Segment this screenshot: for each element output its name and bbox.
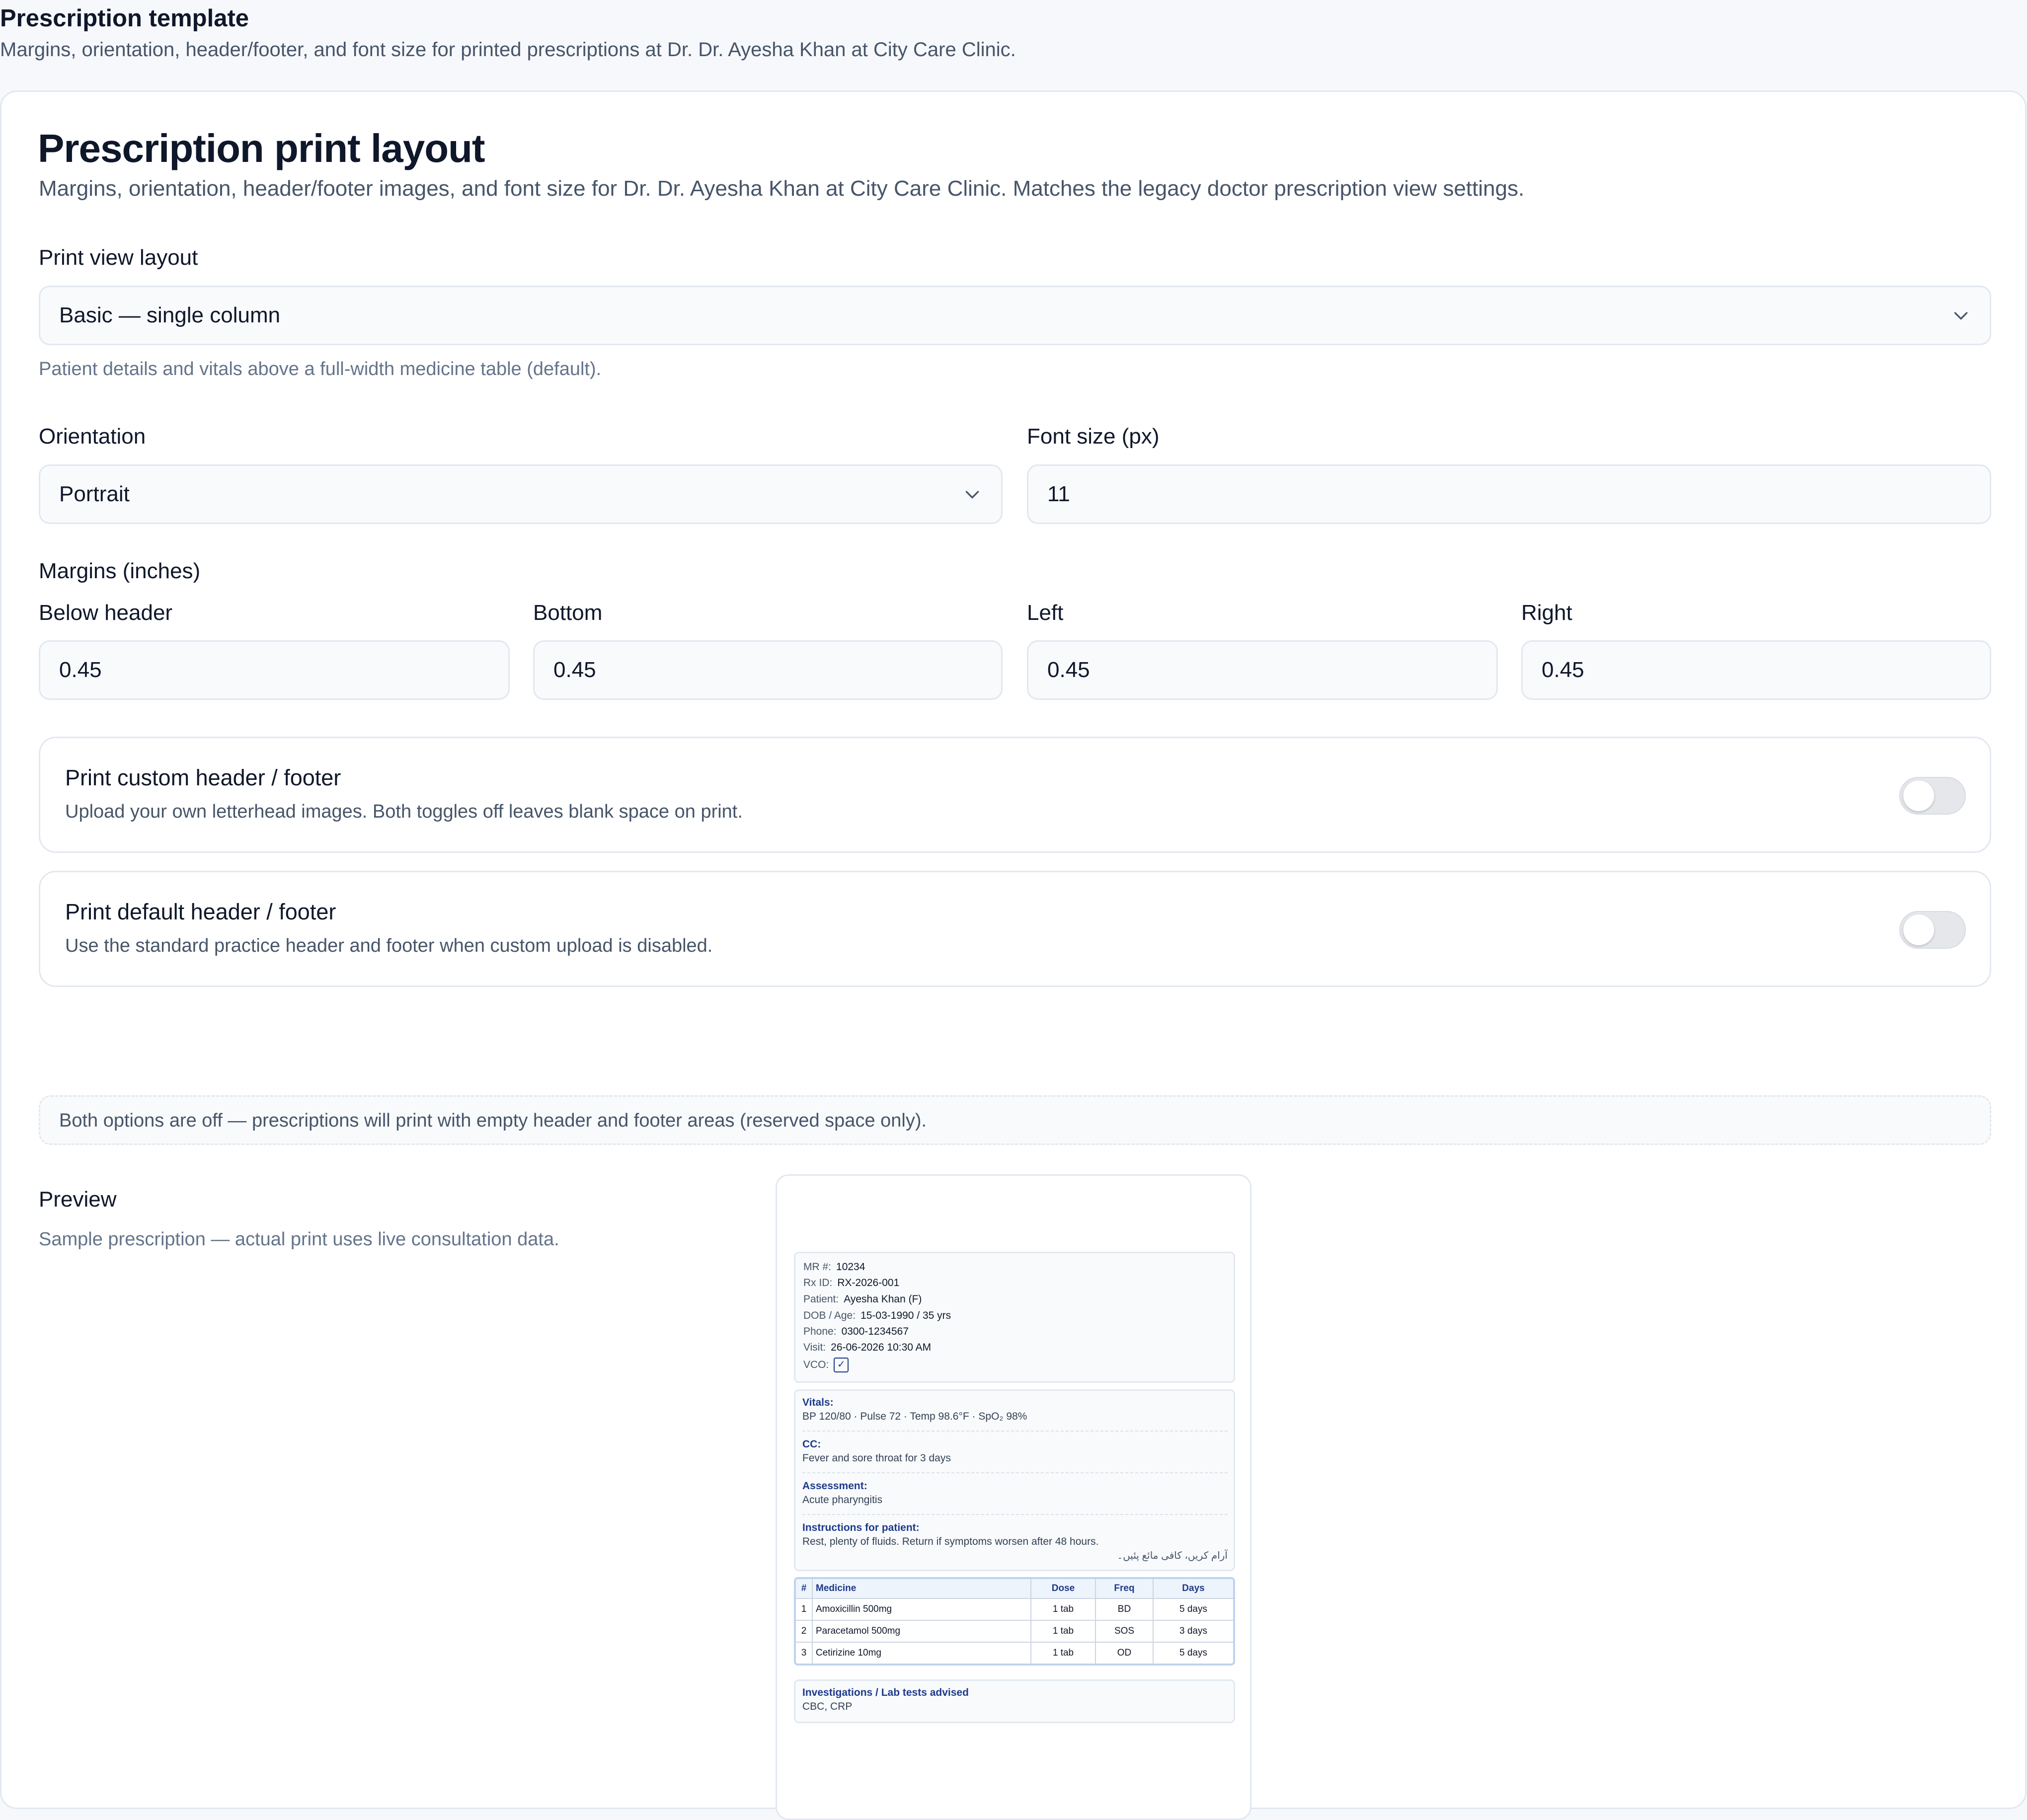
orientation-select-value: Portrait [59, 482, 130, 506]
table-cell: OD [1095, 1642, 1154, 1664]
table-cell: Paracetamol 500mg [812, 1620, 1031, 1642]
layout-help: Patient details and vitals above a full-… [39, 359, 602, 379]
default-header-toggle-card: Print default header / footer Use the st… [39, 871, 1991, 987]
margin-below-header-label: Below header [39, 601, 173, 625]
table-cell: 1 tab [1031, 1620, 1096, 1642]
check-icon: ✓ [834, 1358, 849, 1372]
margin-left-value: 0.45 [1047, 658, 1090, 682]
table-cell: BD [1095, 1598, 1154, 1620]
page-subtitle: Margins, orientation, header/footer, and… [0, 39, 1016, 61]
header-footer-notice: Both options are off — prescriptions wil… [39, 1095, 1991, 1145]
orientation-select[interactable]: Portrait [39, 464, 1003, 524]
section-divider [802, 1514, 1228, 1515]
font-size-value: 11 [1047, 482, 1070, 506]
vitals-heading: Vitals: [802, 1397, 834, 1408]
instructions-heading: Instructions for patient: [802, 1522, 920, 1533]
default-header-description: Use the standard practice header and foo… [65, 935, 713, 956]
margin-below-header-input[interactable]: 0.45 [39, 640, 510, 700]
margin-below-header-value: 0.45 [59, 658, 102, 682]
table-cell: Amoxicillin 500mg [812, 1598, 1031, 1620]
cc-text: Fever and sore throat for 3 days [802, 1452, 951, 1464]
patient-detail-row: Phone: 0300-1234567 [803, 1326, 909, 1337]
section-divider [802, 1472, 1228, 1473]
table-row: 1 Amoxicillin 500mg 1 tab BD 5 days [796, 1598, 1233, 1620]
custom-header-title: Print custom header / footer [65, 765, 341, 790]
font-size-input[interactable]: 11 [1027, 464, 1991, 524]
cc-section: CC: Fever and sore throat for 3 days [802, 1438, 1228, 1465]
layout-label: Print view layout [39, 245, 198, 270]
table-cell: 3 days [1153, 1620, 1233, 1642]
column-header: Dose [1031, 1579, 1096, 1599]
font-size-label: Font size (px) [1027, 424, 1160, 449]
page-title: Prescription template [0, 5, 249, 32]
table-cell: 1 tab [1031, 1642, 1096, 1664]
table-cell: Cetirizine 10mg [812, 1642, 1031, 1664]
column-header: # [796, 1579, 813, 1599]
layout-select[interactable]: Basic — single column [39, 286, 1991, 345]
section-divider [802, 1431, 1228, 1432]
margin-bottom-value: 0.45 [553, 658, 596, 682]
margin-right-input[interactable]: 0.45 [1521, 640, 1991, 700]
table-row: 3 Cetirizine 10mg 1 tab OD 5 days [796, 1642, 1233, 1664]
default-header-toggle[interactable] [1899, 911, 1966, 949]
patient-detail-row: VCO: ✓ [803, 1358, 849, 1372]
patient-detail-row: Visit: 26-06-2026 10:30 AM [803, 1342, 932, 1353]
assessment-heading: Assessment: [802, 1480, 867, 1492]
instructions-section: Instructions for patient: Rest, plenty o… [802, 1521, 1228, 1563]
toggle-knob [1903, 914, 1934, 945]
patient-detail-row: DOB / Age: 15-03-1990 / 35 yrs [803, 1310, 951, 1321]
column-header: Freq [1095, 1579, 1154, 1599]
assessment-section: Assessment: Acute pharyngitis [802, 1479, 1228, 1507]
layout-select-value: Basic — single column [59, 303, 281, 327]
margin-bottom-input[interactable]: 0.45 [533, 640, 1003, 700]
medicine-table: # Medicine Dose Freq Days 1 Amoxicillin … [794, 1577, 1235, 1666]
table-row: 2 Paracetamol 500mg 1 tab SOS 3 days [796, 1620, 1233, 1642]
custom-header-description: Upload your own letterhead images. Both … [65, 801, 743, 822]
vitals-text: BP 120/80 · Pulse 72 · Temp 98.6°F · SpO… [802, 1411, 1027, 1422]
table-cell: 3 [796, 1642, 813, 1664]
investigations-heading: Investigations / Lab tests advised [802, 1687, 969, 1698]
margins-label: Margins (inches) [39, 559, 201, 583]
card-title: Prescription print layout [38, 126, 485, 170]
margin-right-label: Right [1521, 601, 1572, 625]
table-cell: SOS [1095, 1620, 1154, 1642]
toggle-knob [1903, 780, 1934, 811]
table-header-row: # Medicine Dose Freq Days [796, 1579, 1233, 1599]
assessment-text: Acute pharyngitis [802, 1494, 883, 1506]
clinical-notes-box: Vitals: BP 120/80 · Pulse 72 · Temp 98.6… [794, 1389, 1235, 1571]
patient-detail-row: MR #: 10234 [803, 1261, 865, 1273]
investigations-text: CBC, CRP [802, 1701, 853, 1712]
table-cell: 2 [796, 1620, 813, 1642]
margin-left-input[interactable]: 0.45 [1027, 640, 1498, 700]
preview-help: Sample prescription — actual print uses … [39, 1229, 559, 1250]
patient-detail-row: Rx ID: RX-2026-001 [803, 1277, 900, 1289]
patient-detail-row: Patient: Ayesha Khan (F) [803, 1293, 922, 1305]
margin-right-value: 0.45 [1542, 658, 1584, 682]
column-header: Medicine [812, 1579, 1031, 1599]
column-header: Days [1153, 1579, 1233, 1599]
notice-text: Both options are off — prescriptions wil… [59, 1110, 927, 1131]
table-cell: 5 days [1153, 1598, 1233, 1620]
patient-details-box: MR #: 10234 Rx ID: RX-2026-001 Patient: Aye… [794, 1252, 1235, 1383]
table-cell: 1 [796, 1598, 813, 1620]
table-cell: 5 days [1153, 1642, 1233, 1664]
chevron-down-icon [965, 491, 979, 499]
default-header-title: Print default header / footer [65, 899, 336, 924]
chevron-down-icon [1954, 312, 1968, 320]
table-cell: 1 tab [1031, 1598, 1096, 1620]
preview-label: Preview [39, 1187, 117, 1212]
custom-header-toggle[interactable] [1899, 777, 1966, 815]
investigations-section: Investigations / Lab tests advised CBC, … [802, 1686, 1228, 1714]
vitals-section: Vitals: BP 120/80 · Pulse 72 · Temp 98.6… [802, 1396, 1228, 1424]
prescription-preview: MR #: 10234 Rx ID: RX-2026-001 Patient: Aye… [776, 1174, 1251, 1820]
custom-header-toggle-card: Print custom header / footer Upload your… [39, 737, 1991, 853]
instructions-text: Rest, plenty of fluids. Return if sympto… [802, 1536, 1099, 1547]
margin-bottom-label: Bottom [533, 601, 603, 625]
investigations-box: Investigations / Lab tests advised CBC, … [794, 1679, 1235, 1723]
cc-heading: CC: [802, 1439, 821, 1450]
margin-left-label: Left [1027, 601, 1064, 625]
card-description: Margins, orientation, header/footer imag… [39, 176, 1525, 201]
instructions-urdu-text: آرام کریں، کافی مائع پئیں۔ [1117, 1550, 1228, 1561]
orientation-label: Orientation [39, 424, 146, 449]
